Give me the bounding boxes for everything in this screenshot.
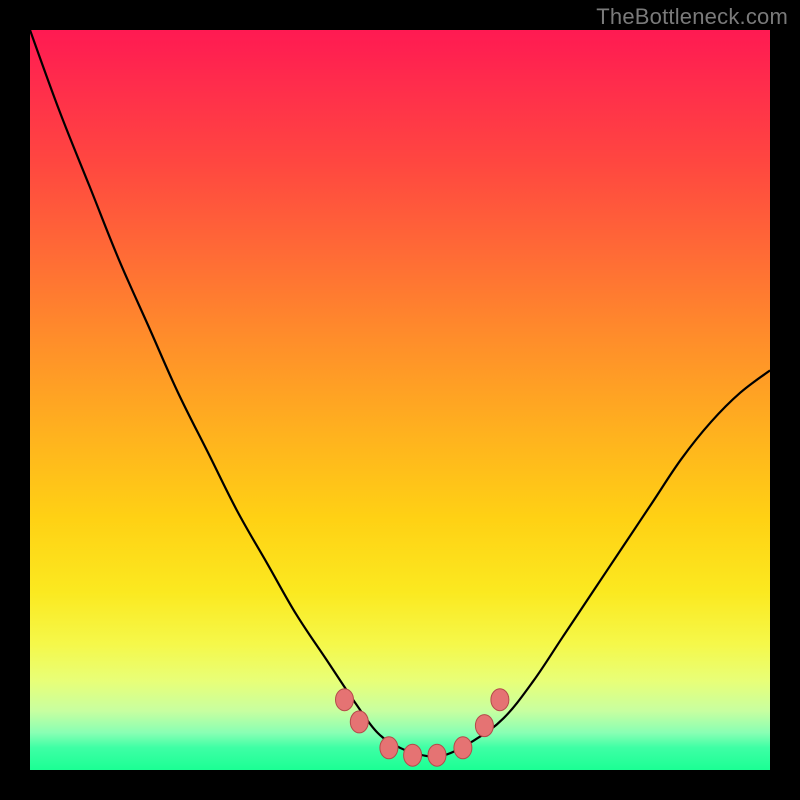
watermark-text: TheBottleneck.com [596, 4, 788, 30]
data-marker [428, 744, 446, 766]
chart-frame: TheBottleneck.com [0, 0, 800, 800]
data-marker [336, 689, 354, 711]
data-marker [491, 689, 509, 711]
marker-layer [30, 30, 770, 770]
data-marker [454, 737, 472, 759]
markers [336, 689, 509, 767]
data-marker [380, 737, 398, 759]
plot-area [30, 30, 770, 770]
data-marker [404, 744, 422, 766]
data-marker [475, 715, 493, 737]
data-marker [350, 711, 368, 733]
